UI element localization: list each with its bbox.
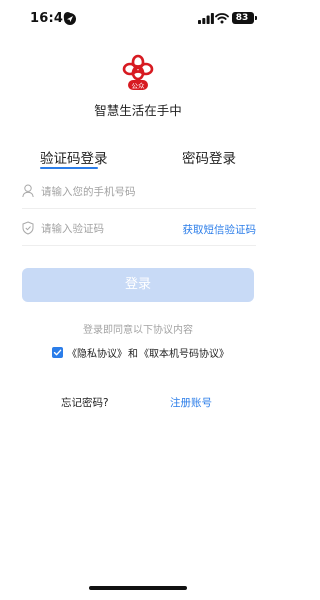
code-field-row: 获取短信验证码 [22,212,256,246]
app-slogan: 智慧生活在手中 [94,103,182,118]
agreement-checkbox[interactable] [52,346,63,358]
user-icon [22,184,34,198]
tab-password-login[interactable]: 密码登录 [182,147,236,167]
phone-input[interactable] [41,182,191,202]
login-button[interactable]: 登录 [22,268,254,302]
verification-code-input[interactable] [41,219,191,239]
checkmark-icon [53,349,62,355]
privacy-agreement-link[interactable]: 《隐私协议》 [67,345,127,360]
battery-level: 83 [235,13,249,23]
phone-field-row [22,175,256,209]
number-agreement-link[interactable]: 《取本机号码协议》 [139,345,229,360]
cellular-signal-icon [198,13,214,24]
wifi-icon [215,13,229,24]
home-indicator[interactable] [89,586,187,590]
agreement-and-text: 和 [128,348,138,360]
get-sms-code-button[interactable]: 获取短信验证码 [183,222,257,237]
battery-icon: 83 [232,12,257,24]
logo-badge-text: 公众 [132,82,146,90]
active-tab-indicator [40,167,98,169]
location-arrow-icon [64,13,76,25]
register-account-link[interactable]: 注册账号 [170,395,212,410]
status-bar: 16:40 83 [0,0,276,38]
china-unicom-logo: 公众 [122,54,154,90]
agreement-hint: 登录即同意以下协议内容 [83,325,193,336]
forgot-password-link[interactable]: 忘记密码? [61,395,109,410]
tab-sms-login[interactable]: 验证码登录 [40,147,108,167]
agreement-row: 《隐私协议》 和 《取本机号码协议》 [52,345,229,360]
shield-icon [22,221,34,235]
